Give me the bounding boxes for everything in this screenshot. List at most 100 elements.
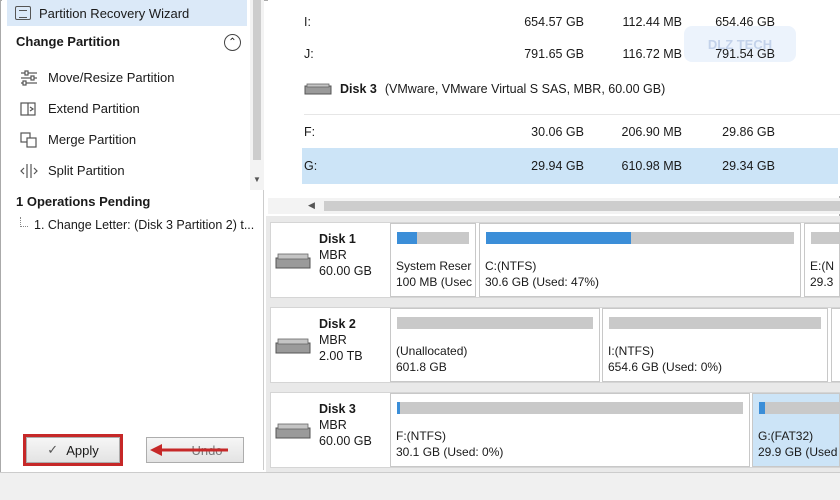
operations-list: Move/Resize Partition Extend Partition M… xyxy=(20,62,174,186)
sliders-icon xyxy=(21,69,37,86)
disk-size: 60.00 GB xyxy=(319,264,372,278)
collapse-section-icon[interactable]: ⌃ xyxy=(224,34,241,51)
disk3-header-row[interactable]: Disk 3 (VMware, VMware Virtual S SAS, MB… xyxy=(304,82,665,96)
partition-block[interactable]: (Unallocated) 601.8 GB xyxy=(390,308,600,382)
partition-label: E:(N xyxy=(810,259,834,273)
usage-bar xyxy=(609,317,821,329)
capacity-cell: 29.94 GB xyxy=(531,159,584,173)
used-cell: 206.90 MB xyxy=(621,125,682,139)
scrollbar-thumb[interactable] xyxy=(253,0,261,160)
used-cell: 610.98 MB xyxy=(621,159,682,173)
disk-info: Disk 2 MBR 2.00 TB xyxy=(275,314,387,378)
used-cell: 112.44 MB xyxy=(622,15,682,29)
checkmark-icon: ✓ xyxy=(47,442,59,457)
pending-operation-label: 1. Change Letter: (Disk 3 Partition 2) t… xyxy=(34,218,255,232)
partition-name: G: xyxy=(304,159,318,173)
unused-cell: 29.34 GB xyxy=(722,159,775,173)
partition-label: (Unallocated) xyxy=(396,344,468,358)
partition-block[interactable] xyxy=(831,308,840,382)
usage-bar xyxy=(811,232,839,244)
disk3-detail: (VMware, VMware Virtual S SAS, MBR, 60.0… xyxy=(384,82,666,96)
scroll-down-arrow-icon[interactable]: ▼ xyxy=(253,175,261,184)
disk1-card[interactable]: Disk 1 MBR 60.00 GB System Reser 100 MB (Us… xyxy=(270,222,840,298)
move-resize-partition-item[interactable]: Move/Resize Partition xyxy=(20,62,174,93)
partition-block[interactable]: System Reser 100 MB (Usec xyxy=(390,223,476,297)
usage-bar xyxy=(397,317,593,329)
disk-type: MBR xyxy=(319,333,347,347)
disk2-card[interactable]: Disk 2 MBR 2.00 TB (Unallocated) 601.8 GB I… xyxy=(270,307,840,383)
disk-size: 60.00 GB xyxy=(319,434,372,448)
partition-detail: 30.1 GB (Used: 0%) xyxy=(396,445,504,459)
move-resize-label: Move/Resize Partition xyxy=(48,70,175,85)
usage-fill xyxy=(486,232,631,244)
table-row[interactable]: J: 791.65 GB 116.72 MB 791.54 GB xyxy=(304,36,840,72)
usage-bar xyxy=(397,232,469,244)
partition-label: C:(NTFS) xyxy=(485,259,537,273)
apply-label: Apply xyxy=(66,442,99,458)
extend-icon xyxy=(20,101,36,116)
red-arrow-annotation-icon xyxy=(150,444,228,456)
table-row[interactable]: I: 654.57 GB 112.44 MB 654.46 GB xyxy=(304,4,840,40)
split-label: Split Partition xyxy=(48,163,125,178)
table-horizontal-scrollbar[interactable]: ◀ xyxy=(268,198,840,214)
disk-name: Disk 3 xyxy=(319,402,356,416)
disk-name: Disk 2 xyxy=(319,317,356,331)
table-row[interactable]: F: 30.06 GB 206.90 MB 29.86 GB xyxy=(304,114,840,150)
usage-fill xyxy=(397,232,418,244)
left-panel: Partition Recovery Wizard ▼ Change Parti… xyxy=(2,0,264,470)
capacity-cell: 791.65 GB xyxy=(524,47,584,61)
used-cell: 116.72 MB xyxy=(622,47,682,61)
table-row-selected[interactable]: G: 29.94 GB 610.98 MB 29.34 GB xyxy=(302,148,838,184)
apply-button[interactable]: ✓ Apply xyxy=(23,434,123,466)
capacity-cell: 654.57 GB xyxy=(524,15,584,29)
disk-size: 2.00 TB xyxy=(319,349,363,363)
merge-icon xyxy=(20,131,37,148)
partition-label: System Reser xyxy=(396,259,472,273)
partition-detail: 29.3 xyxy=(810,275,834,289)
left-panel-scrollbar[interactable]: ▼ xyxy=(250,0,264,190)
hard-drive-icon xyxy=(304,83,332,95)
partition-recovery-wizard-item[interactable]: Partition Recovery Wizard xyxy=(7,0,247,26)
unused-cell: 29.86 GB xyxy=(722,125,775,139)
scroll-left-arrow-icon[interactable]: ◀ xyxy=(308,200,315,211)
partition-detail: 654.6 GB (Used: 0%) xyxy=(608,360,723,374)
partition-detail: 601.8 GB xyxy=(396,360,447,374)
tree-connector xyxy=(20,217,28,227)
partition-block[interactable]: C:(NTFS) 30.6 GB (Used: 47%) xyxy=(479,223,801,297)
usage-bar xyxy=(486,232,794,244)
disk-type: MBR xyxy=(319,418,347,432)
partition-label: G:(FAT32) xyxy=(758,429,814,443)
usage-fill xyxy=(759,402,766,414)
hard-drive-icon xyxy=(275,253,311,269)
disk-info: Disk 3 MBR 60.00 GB xyxy=(275,399,387,463)
disk-name: Disk 1 xyxy=(319,232,356,246)
partition-name: F: xyxy=(304,125,316,139)
change-partition-heading: Change Partition xyxy=(16,34,121,49)
hard-drive-icon xyxy=(275,423,311,439)
usage-bar xyxy=(397,402,743,414)
partition-block[interactable]: F:(NTFS) 30.1 GB (Used: 0%) xyxy=(390,393,750,467)
hard-drive-icon xyxy=(275,338,311,354)
merge-partition-item[interactable]: Merge Partition xyxy=(20,124,174,155)
partition-block-selected[interactable]: G:(FAT32) 29.9 GB (Used: 2%) xyxy=(752,393,840,467)
split-partition-item[interactable]: Split Partition xyxy=(20,155,174,186)
partition-name: J: xyxy=(304,47,314,61)
extend-label: Extend Partition xyxy=(48,101,140,116)
wizard-label: Partition Recovery Wizard xyxy=(39,5,190,21)
partition-name: I: xyxy=(304,15,311,29)
scrollbar-thumb[interactable] xyxy=(324,201,840,211)
unused-cell: 791.54 GB xyxy=(715,47,775,61)
wizard-icon xyxy=(15,6,31,20)
partition-block[interactable]: E:(N 29.3 xyxy=(804,223,840,297)
disk3-name: Disk 3 xyxy=(340,82,377,96)
partition-label: I:(NTFS) xyxy=(608,344,654,358)
partition-block[interactable]: I:(NTFS) 654.6 GB (Used: 0%) xyxy=(602,308,828,382)
capacity-cell: 30.06 GB xyxy=(531,125,584,139)
extend-partition-item[interactable]: Extend Partition xyxy=(20,93,174,124)
disk3-card[interactable]: Disk 3 MBR 60.00 GB F:(NTFS) 30.1 GB (Used:… xyxy=(270,392,840,468)
split-icon xyxy=(20,163,38,178)
pending-operation-item[interactable]: 1. Change Letter: (Disk 3 Partition 2) t… xyxy=(20,217,255,232)
usage-fill xyxy=(397,402,401,414)
partition-label: F:(NTFS) xyxy=(396,429,446,443)
partition-table: DLZ TECH I: 654.57 GB 112.44 MB 654.46 G… xyxy=(268,0,840,196)
